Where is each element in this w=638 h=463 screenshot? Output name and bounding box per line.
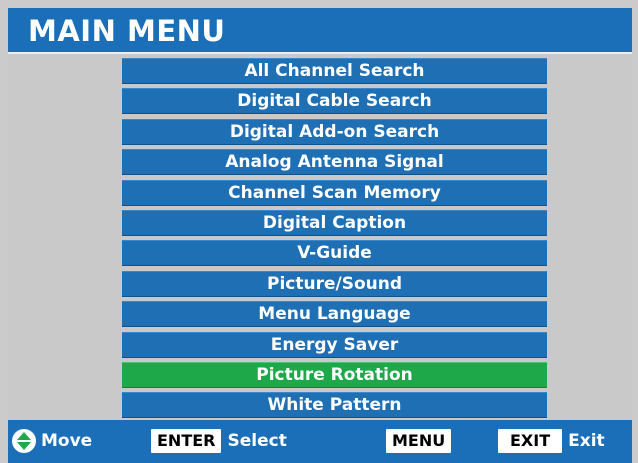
menu-item-channel-scan-memory[interactable]: Channel Scan Memory xyxy=(122,179,547,206)
menu-header: MAIN MENU xyxy=(8,8,632,54)
menu-item-energy-saver[interactable]: Energy Saver xyxy=(122,331,547,358)
menu-area: All Channel Search Digital Cable Search … xyxy=(8,54,632,420)
enter-hint: ENTER Select xyxy=(151,428,287,454)
menu-item-all-channel-search[interactable]: All Channel Search xyxy=(122,58,547,84)
menu-item-digital-caption[interactable]: Digital Caption xyxy=(122,209,547,236)
select-label: Select xyxy=(227,431,287,451)
up-down-arrows-icon xyxy=(12,429,36,453)
exit-label: Exit xyxy=(568,431,605,451)
menu-item-picture-sound[interactable]: Picture/Sound xyxy=(122,270,547,297)
menu-item-analog-antenna-signal[interactable]: Analog Antenna Signal xyxy=(122,149,547,176)
menu-item-white-pattern[interactable]: White Pattern xyxy=(122,392,547,419)
menu-key[interactable]: MENU xyxy=(386,429,452,453)
menu-item-digital-add-on-search[interactable]: Digital Add-on Search xyxy=(122,118,547,145)
menu-list: All Channel Search Digital Cable Search … xyxy=(122,58,547,423)
move-label: Move xyxy=(41,431,93,451)
move-hint: Move xyxy=(12,428,92,454)
menu-item-menu-language[interactable]: Menu Language xyxy=(122,301,547,328)
exit-hint: EXIT Exit xyxy=(498,428,605,454)
page-title: MAIN MENU xyxy=(28,14,226,48)
exit-key[interactable]: EXIT xyxy=(498,429,563,453)
footer-bar: Move ENTER Select MENU EXIT Exit xyxy=(8,420,632,463)
menu-item-picture-rotation[interactable]: Picture Rotation xyxy=(122,361,547,388)
menu-item-digital-cable-search[interactable]: Digital Cable Search xyxy=(122,88,547,115)
enter-key[interactable]: ENTER xyxy=(151,429,222,453)
menu-item-v-guide[interactable]: V-Guide xyxy=(122,240,547,267)
tv-menu-screen: MAIN MENU All Channel Search Digital Cab… xyxy=(0,0,638,463)
menu-hint: MENU xyxy=(386,428,457,454)
